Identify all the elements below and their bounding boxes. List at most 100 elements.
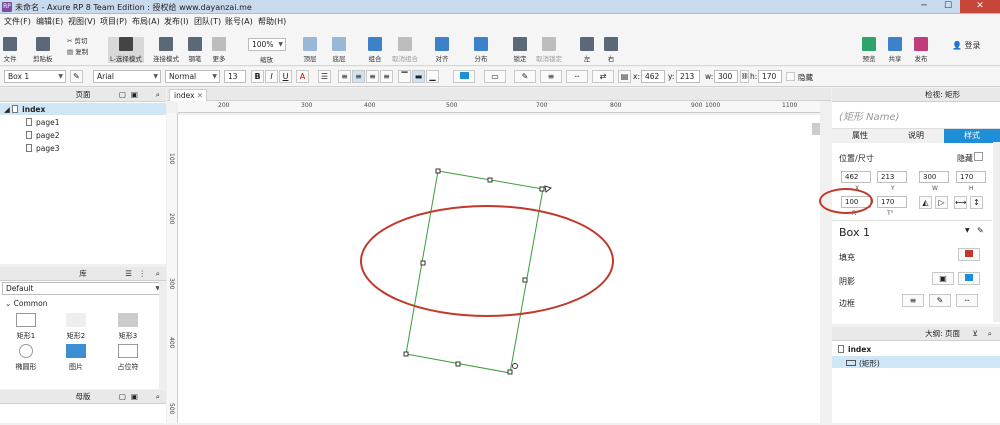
resize-handle[interactable] [420,260,426,266]
lib-placeholder[interactable]: 占位符 [110,344,146,372]
resize-handle[interactable] [522,277,528,283]
border-width-picker[interactable]: ≡ [902,294,924,307]
shadow-button[interactable]: ▭ [484,70,506,83]
design-canvas[interactable] [178,115,820,423]
y-field[interactable]: 213 [877,171,907,183]
search-icon[interactable]: ⌕ [988,327,992,341]
y-input[interactable]: 213 [676,70,700,83]
unlock-button[interactable]: 取消锁定 [536,37,562,63]
menu-layout[interactable]: 布局(A) [132,16,160,27]
left-button[interactable]: 左 [580,37,594,63]
menu-edit[interactable]: 编辑(E) [36,16,63,27]
resize-handle[interactable] [539,186,545,192]
h-field[interactable]: 170 [956,171,986,183]
font-color-button[interactable]: A [296,70,309,83]
resize-handle[interactable] [455,361,461,367]
resize-handle[interactable] [435,168,441,174]
font-style-select[interactable]: Normal ▼ [165,70,220,83]
pen-button[interactable]: 钢笔 [188,37,202,63]
tab-notes[interactable]: 说明 [888,129,944,143]
file-button[interactable]: 文件 [3,37,17,63]
align-right-button[interactable]: ≡ [366,70,379,83]
align-justify-button[interactable]: ≡ [380,70,393,83]
add-page-icon[interactable]: ▢ [119,88,126,102]
valign-top-button[interactable]: ▔ [398,70,411,83]
resize-handle[interactable] [507,369,513,375]
text-layout-button[interactable]: ▤ [618,70,631,83]
w-field[interactable]: 300 [919,171,949,183]
login-button[interactable]: 👤 登录 [952,40,981,51]
connect-mode-button[interactable]: 连接模式 [153,37,179,63]
zoom-select[interactable]: 100% ▼ [248,38,286,51]
auto-fit-height-icon[interactable]: ↕ [970,196,983,209]
close-icon[interactable]: ✕ [197,91,203,100]
flip-vertical-icon[interactable]: ▷ [935,196,948,209]
edit-style-icon[interactable]: ✎ [977,226,984,235]
more-button[interactable]: 更多 [212,37,226,63]
bold-button[interactable]: B [251,70,264,83]
lib-rect1[interactable]: 矩形1 [8,313,44,341]
valign-middle-button[interactable]: ▬ [412,70,425,83]
hidden-checkbox[interactable] [786,72,795,81]
border-style-picker[interactable]: ┄ [956,294,978,307]
flip-horizontal-icon[interactable]: ◭ [919,196,932,209]
library-scrollbar[interactable] [159,281,166,389]
x-field[interactable]: 462 [841,171,871,183]
search-icon[interactable]: ⌕ [156,88,160,102]
bring-to-top-button[interactable]: 顶层 [303,37,317,63]
lib-ellipse[interactable]: 椭圆形 [8,344,44,372]
inner-shadow-picker[interactable] [958,272,980,285]
publish-button[interactable]: 发布 [914,37,928,63]
canvas-vscroll[interactable] [812,123,820,135]
h-input[interactable]: 170 [758,70,782,83]
library-group-common[interactable]: ⌄ Common [5,299,47,308]
widget-name-select[interactable]: Box 1 ▼ [4,70,66,83]
menu-view[interactable]: 视图(V) [68,16,96,27]
shadow-picker[interactable]: ▣ [932,272,954,285]
lib-image[interactable]: 图片 [58,344,94,372]
search-icon[interactable]: ⌕ [156,267,160,281]
italic-button[interactable]: I [265,70,278,83]
w-input[interactable]: 300 [714,70,738,83]
select-mode-button[interactable]: L-选择模式 [108,37,144,63]
tree-item-page1[interactable]: page1 [26,118,60,127]
cut-button[interactable]: ✂ 剪切 [67,35,88,45]
text-rotation-field[interactable]: 170 [877,196,907,208]
line-style-button[interactable]: ┄ [566,70,588,83]
tab-properties[interactable]: 属性 [832,129,888,143]
style-name[interactable]: Box 1 [839,226,870,239]
fill-color-button[interactable] [453,70,475,83]
inspector-scrollbar[interactable] [993,142,1000,322]
font-size-select[interactable]: 13 [224,70,246,83]
chevron-down-icon[interactable]: ▼ [965,227,970,234]
tab-index[interactable]: index ✕ [169,89,207,101]
menu-account[interactable]: 账号(A) [225,16,253,27]
align-left-button[interactable]: ≡ [338,70,351,83]
more-options-icon[interactable]: ⋮ [139,267,147,281]
border-color-picker[interactable]: ✎ [929,294,951,307]
minimize-button[interactable]: ─ [912,0,936,13]
copy-button[interactable]: ▤ 复制 [67,46,88,56]
line-width-button[interactable]: ≡ [540,70,562,83]
menu-project[interactable]: 项目(P) [100,16,127,27]
bullet-list-button[interactable]: ☰ [318,70,331,83]
align-button[interactable]: 对齐 [435,37,449,63]
align-center-button[interactable]: ≡ [352,70,365,83]
add-master-icon[interactable]: ▢ [119,390,126,404]
rotated-rectangle[interactable] [405,170,544,374]
tree-item-page2[interactable]: page2 [26,131,60,140]
search-icon[interactable]: ⌕ [156,390,160,404]
corner-radius-handle[interactable] [544,185,553,193]
hidden-checkbox[interactable] [974,152,983,161]
close-button[interactable]: ✕ [960,0,1000,13]
clipboard-button[interactable]: 剪贴板 [33,37,53,63]
maximize-button[interactable]: ☐ [936,0,960,13]
lib-rect2[interactable]: 矩形2 [58,313,94,341]
menu-help[interactable]: 帮助(H) [258,16,286,27]
menu-team[interactable]: 团队(T) [194,16,221,27]
auto-fit-width-icon[interactable]: ⟷ [954,196,967,209]
widget-name-field[interactable]: (矩形 Name) [839,108,899,123]
resize-handle[interactable] [487,177,493,183]
distribute-button[interactable]: 分布 [474,37,488,63]
group-button[interactable]: 组合 [368,37,382,63]
